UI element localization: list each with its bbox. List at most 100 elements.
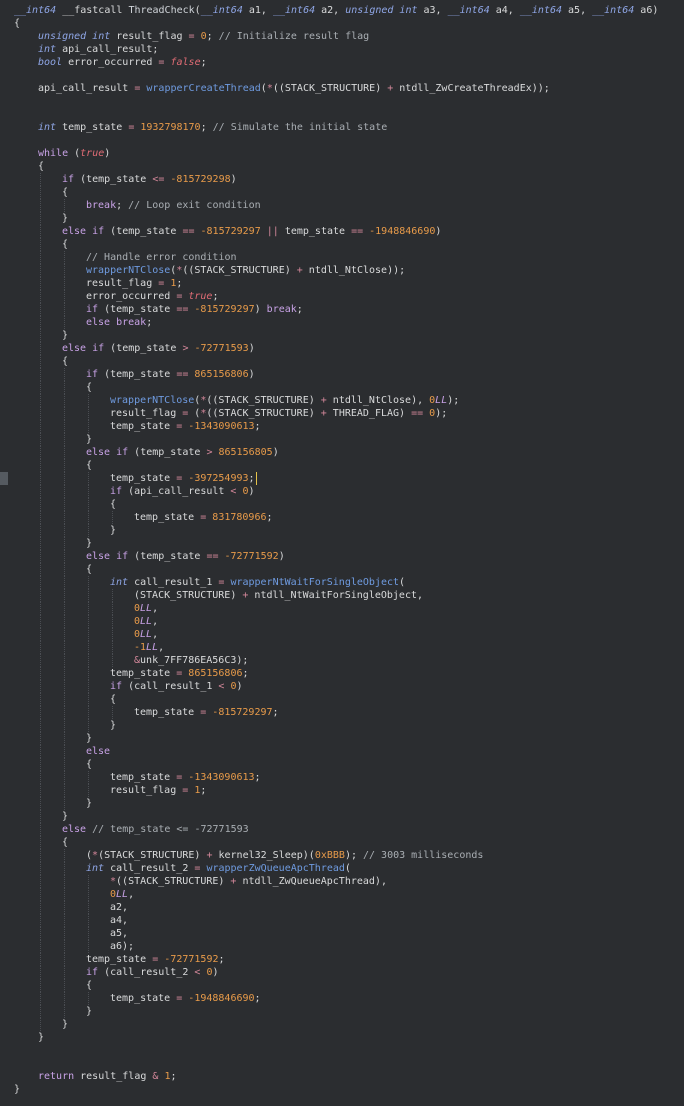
code-line[interactable]: 0LL, xyxy=(14,602,684,615)
indent-guide xyxy=(40,1018,41,1031)
code-line[interactable]: &unk_7FF786EA56C3); xyxy=(14,654,684,667)
code-line[interactable]: *((STACK_STRUCTURE) + ntdll_ZwQueueApcTh… xyxy=(14,875,684,888)
code-line[interactable]: api_call_result = wrapperCreateThread(*(… xyxy=(14,82,684,95)
code-line[interactable]: // Handle error condition xyxy=(14,251,684,264)
code-token: } xyxy=(62,213,69,224)
code-line[interactable]: (*(STACK_STRUCTURE) + kernel32_Sleep)(0x… xyxy=(14,849,684,862)
code-line[interactable]: } xyxy=(14,732,684,745)
code-line-content: temp_state = -1343090613; xyxy=(110,420,261,433)
code-line[interactable]: (STACK_STRUCTURE) + ntdll_NtWaitForSingl… xyxy=(14,589,684,602)
code-line[interactable]: else // temp_state <= -72771593 xyxy=(14,823,684,836)
code-line[interactable]: } xyxy=(14,810,684,823)
code-line[interactable] xyxy=(14,1057,684,1070)
code-line[interactable]: temp_state = 831780966; xyxy=(14,511,684,524)
code-line[interactable]: temp_state = 865156806; xyxy=(14,667,684,680)
code-line[interactable]: temp_state = -1343090613; xyxy=(14,771,684,784)
code-line[interactable]: int call_result_2 = wrapperZwQueueApcThr… xyxy=(14,862,684,875)
code-line[interactable] xyxy=(14,95,684,108)
code-line[interactable]: { xyxy=(14,160,684,173)
code-line[interactable]: temp_state = -72771592; xyxy=(14,953,684,966)
code-line[interactable]: result_flag = (*((STACK_STRUCTURE) + THR… xyxy=(14,407,684,420)
code-line[interactable]: bool error_occurred = false; xyxy=(14,56,684,69)
code-line[interactable]: } xyxy=(14,537,684,550)
code-line[interactable] xyxy=(14,69,684,82)
code-line[interactable]: temp_state = -815729297; xyxy=(14,706,684,719)
code-line[interactable]: else if (temp_state == -72771592) xyxy=(14,550,684,563)
code-line[interactable]: 0LL, xyxy=(14,615,684,628)
code-line[interactable]: else if (temp_state == -815729297 || tem… xyxy=(14,225,684,238)
code-line[interactable]: while (true) xyxy=(14,147,684,160)
code-line[interactable]: } xyxy=(14,329,684,342)
code-line[interactable]: result_flag = 1; xyxy=(14,784,684,797)
code-line-content: if (api_call_result < 0) xyxy=(110,485,255,498)
code-line[interactable]: a6); xyxy=(14,940,684,953)
code-token: 865156806 xyxy=(188,668,243,679)
code-line[interactable]: int call_result_1 = wrapperNtWaitForSing… xyxy=(14,576,684,589)
code-editor[interactable]: __int64 __fastcall ThreadCheck (__int64 a… xyxy=(0,0,684,1106)
code-line[interactable]: int api_call_result; xyxy=(14,43,684,56)
code-line[interactable]: break; // Loop exit condition xyxy=(14,199,684,212)
code-line[interactable]: wrapperNTClose(*((STACK_STRUCTURE) + ntd… xyxy=(14,264,684,277)
code-line[interactable]: return result_flag & 1; xyxy=(14,1070,684,1083)
code-line[interactable]: } xyxy=(14,1083,684,1096)
code-line[interactable]: { xyxy=(14,498,684,511)
code-line[interactable]: else xyxy=(14,745,684,758)
code-area[interactable]: __int64 __fastcall ThreadCheck (__int64 a… xyxy=(14,4,684,1096)
code-line[interactable]: { xyxy=(14,693,684,706)
code-line[interactable] xyxy=(14,134,684,147)
code-line[interactable] xyxy=(14,1044,684,1057)
code-line[interactable]: } xyxy=(14,1018,684,1031)
code-line[interactable]: -1LL, xyxy=(14,641,684,654)
code-line[interactable]: a4, xyxy=(14,914,684,927)
code-line[interactable]: if (temp_state == -815729297) break; xyxy=(14,303,684,316)
code-line[interactable]: { xyxy=(14,355,684,368)
code-line[interactable]: { xyxy=(14,381,684,394)
code-token: } xyxy=(62,811,69,822)
code-line[interactable]: } xyxy=(14,1031,684,1044)
code-line[interactable]: if (call_result_1 < 0) xyxy=(14,680,684,693)
code-line[interactable]: { xyxy=(14,459,684,472)
code-line[interactable]: } xyxy=(14,433,684,446)
code-line[interactable]: result_flag = 1; xyxy=(14,277,684,290)
code-line[interactable]: int temp_state = 1932798170; // Simulate… xyxy=(14,121,684,134)
code-line[interactable]: { xyxy=(14,563,684,576)
indent-guide xyxy=(64,914,65,927)
code-line-content: { xyxy=(62,836,68,849)
code-line[interactable]: else if (temp_state > 865156805) xyxy=(14,446,684,459)
code-line[interactable]: unsigned int result_flag = 0; // Initial… xyxy=(14,30,684,43)
code-line[interactable]: if (temp_state <= -815729298) xyxy=(14,173,684,186)
code-line[interactable]: } xyxy=(14,1005,684,1018)
code-token: ) xyxy=(278,551,285,562)
code-line[interactable]: error_occurred = true; xyxy=(14,290,684,303)
indent-guide xyxy=(88,589,89,602)
code-line[interactable]: __int64 __fastcall ThreadCheck(__int64 a… xyxy=(14,4,684,17)
code-line[interactable]: else if (temp_state > -72771593) xyxy=(14,342,684,355)
code-line[interactable]: temp_state = -1948846690; xyxy=(14,992,684,1005)
code-line[interactable]: if (call_result_2 < 0) xyxy=(14,966,684,979)
code-line[interactable]: temp_state = -1343090613; xyxy=(14,420,684,433)
code-line[interactable] xyxy=(14,108,684,121)
code-line[interactable]: a5, xyxy=(14,927,684,940)
code-line[interactable]: else break; xyxy=(14,316,684,329)
code-line[interactable]: 0LL, xyxy=(14,888,684,901)
code-line[interactable]: a2, xyxy=(14,901,684,914)
code-line[interactable]: wrapperNTClose(*((STACK_STRUCTURE) + ntd… xyxy=(14,394,684,407)
code-line[interactable]: } xyxy=(14,797,684,810)
code-line[interactable]: } xyxy=(14,719,684,732)
code-line[interactable]: { xyxy=(14,979,684,992)
code-line[interactable]: } xyxy=(14,524,684,537)
indent-guide xyxy=(40,212,41,225)
code-line[interactable]: { xyxy=(14,238,684,251)
code-line[interactable]: if (api_call_result < 0) xyxy=(14,485,684,498)
code-token: ) xyxy=(212,967,219,978)
code-line[interactable]: temp_state = -397254993; xyxy=(14,472,684,485)
code-line[interactable]: { xyxy=(14,836,684,849)
code-token: while xyxy=(38,148,69,159)
code-line[interactable]: if (temp_state == 865156806) xyxy=(14,368,684,381)
indent-guide xyxy=(64,758,65,771)
code-line[interactable]: { xyxy=(14,186,684,199)
code-line[interactable]: { xyxy=(14,17,684,30)
code-line[interactable]: 0LL, xyxy=(14,628,684,641)
code-line[interactable]: } xyxy=(14,212,684,225)
code-line[interactable]: { xyxy=(14,758,684,771)
